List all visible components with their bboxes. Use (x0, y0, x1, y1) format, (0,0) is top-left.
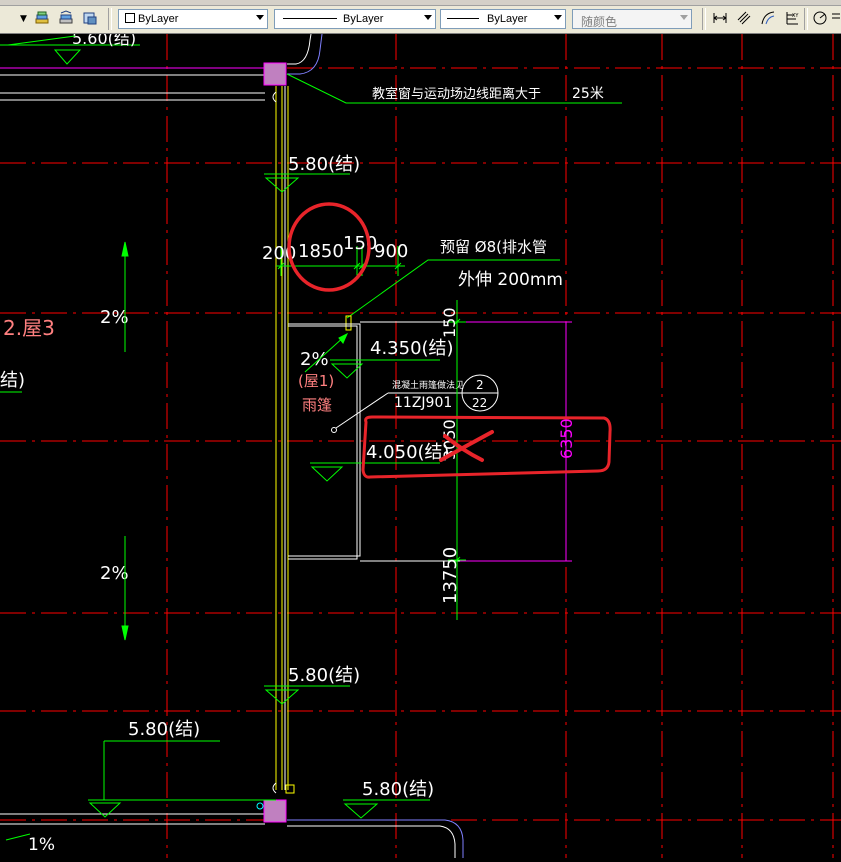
linetype-control-dropdown[interactable]: ByLayer (274, 9, 436, 29)
plotstyle-control-value: 随颜色 (581, 15, 618, 29)
linetype-sample-line (283, 18, 337, 19)
left-roof-label: 2.屋3 (3, 316, 55, 340)
linear-dimension-icon[interactable] (712, 10, 728, 26)
layer-previous-icon[interactable] (58, 10, 74, 26)
distance-note-value: 25米 (572, 86, 604, 102)
drain-pipe-symbol (345, 315, 352, 331)
dim-150-vertical-text: 150 (440, 307, 459, 338)
svg-text:XY: XY (792, 13, 799, 19)
elevation-580-bottom-symbol (343, 799, 430, 819)
downspout-marker (285, 784, 295, 794)
detail-circle-top: 2 (476, 378, 484, 392)
color-control-value: ByLayer (138, 13, 179, 25)
slope-arrow-lower (121, 536, 129, 641)
ordinate-dimension-icon[interactable]: XY (784, 10, 800, 26)
slope-arrow-upper (121, 241, 129, 352)
properties-toolbar: ▼ ByLayer ByLayer ByLayer 随颜色 XY (0, 0, 841, 34)
dim-1850-text: 1850 (298, 241, 344, 262)
slope-left-upper: 2% (100, 307, 129, 328)
elevation-4050-text: 4.050(结) (366, 442, 450, 463)
toolbar-top-strip (0, 0, 841, 6)
lineweight-control-value: ByLayer (487, 13, 528, 25)
elevation-580-upper-symbol (264, 173, 350, 193)
elevation-580-bottom-text: 5.80(结) (362, 779, 434, 800)
chevron-down-icon (424, 15, 432, 20)
plotstyle-control-dropdown: 随颜色 (572, 9, 692, 29)
elevation-580-mid-text: 5.80(结) (288, 665, 360, 686)
detail-note-text: 混凝土雨篷做法见 (392, 379, 464, 391)
canopy-label: (屋1) (298, 372, 334, 390)
aligned-dimension-icon[interactable] (736, 10, 752, 26)
toolbar-separator (702, 8, 706, 30)
slope-canopy: 2% (300, 349, 329, 370)
top-leader (7, 35, 76, 46)
toolbar-separator (108, 8, 112, 30)
toolbar-separator (804, 8, 808, 30)
elevation-580-left-text: 5.80(结) (128, 719, 200, 740)
more-tools-icon[interactable] (832, 10, 841, 26)
slope-arrow-bottom (5, 833, 31, 841)
dim-900-text: 900 (374, 241, 408, 262)
radius-dimension-icon[interactable] (812, 10, 828, 26)
cad-drawing: 5.60(结) 教室窗与运动场边线距离大于 25米 5.80(结) 200 18… (0, 29, 841, 858)
slope-left-lower: 2% (100, 563, 129, 584)
elevation-4350-symbol (330, 359, 440, 379)
drain-note-line2: 外伸 200mm (458, 270, 563, 290)
chevron-down-icon (256, 15, 264, 20)
column-bottom (263, 799, 287, 823)
column-top (263, 62, 287, 86)
elevation-580-upper-text: 5.80(结) (288, 154, 360, 175)
layer-dropdown-arrow-icon[interactable]: ▼ (20, 14, 27, 24)
arc-length-icon[interactable] (760, 10, 776, 26)
drain-note-line1: 预留 Ø8(排水管 (440, 238, 547, 256)
color-control-dropdown[interactable]: ByLayer (118, 9, 268, 29)
distance-note-text: 教室窗与运动场边线距离大于 (372, 86, 541, 102)
canopy-name: 雨篷 (302, 396, 332, 414)
dim-150-text: 150 (343, 233, 377, 254)
layer-isolate-icon[interactable] (82, 10, 98, 26)
drain-marker (256, 802, 264, 810)
left-elevation-text: 结) (0, 370, 25, 391)
elevation-580-mid-symbol (264, 685, 350, 705)
linetype-control-value: ByLayer (343, 13, 384, 25)
top-elevation-text: 5.60(结) (72, 34, 136, 48)
lineweight-control-dropdown[interactable]: ByLayer (440, 9, 566, 29)
chevron-down-icon (680, 15, 688, 20)
dim-6350-text: 6350 (557, 418, 576, 459)
elevation-4350-text: 4.350(结) (370, 338, 454, 359)
detail-ref-text: 11ZJ901 (394, 395, 452, 411)
lineweight-sample-line (447, 18, 479, 19)
color-swatch-icon (125, 13, 135, 23)
dim-13750-vertical-text: 13750 (440, 547, 461, 604)
elevation-580-left-symbol (88, 740, 276, 818)
wall-outline (272, 86, 286, 794)
drawing-canvas[interactable]: 5.60(结) 教室窗与运动场边线距离大于 25米 5.80(结) 200 18… (0, 29, 841, 858)
slope-bottom: 1% (28, 835, 55, 855)
chevron-down-icon (554, 15, 562, 20)
detail-circle-bottom: 22 (472, 396, 487, 410)
layer-states-icon[interactable] (34, 10, 50, 26)
